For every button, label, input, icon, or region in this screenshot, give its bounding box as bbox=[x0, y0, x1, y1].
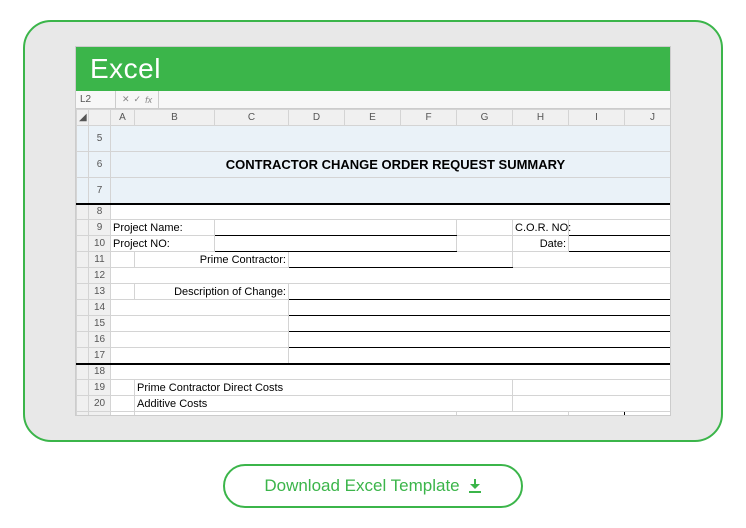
row-20[interactable]: 20 Additive Costs bbox=[77, 396, 672, 412]
formula-bar: L2 ✕ ✓ fx bbox=[76, 91, 670, 109]
col-head[interactable]: E bbox=[345, 110, 401, 126]
input-desc-5[interactable] bbox=[289, 348, 672, 364]
amount-labor[interactable] bbox=[569, 412, 625, 417]
label-additive: Additive Costs bbox=[135, 396, 513, 412]
row-head[interactable]: 18 bbox=[89, 364, 111, 380]
row-10[interactable]: 10 Project NO: Date: bbox=[77, 236, 672, 252]
row-7[interactable]: 7 bbox=[77, 178, 672, 204]
col-head[interactable]: B bbox=[135, 110, 215, 126]
row-head[interactable]: 6 bbox=[89, 152, 111, 178]
label-labor: Labor bbox=[135, 412, 457, 417]
row-9[interactable]: 9 Project Name: C.O.R. NO: bbox=[77, 220, 672, 236]
fx-label[interactable]: fx bbox=[145, 95, 152, 105]
input-desc-1[interactable] bbox=[289, 284, 672, 300]
row-18[interactable]: 18 bbox=[77, 364, 672, 380]
col-head[interactable]: G bbox=[457, 110, 513, 126]
name-box[interactable]: L2 bbox=[76, 91, 116, 108]
row-head[interactable]: 16 bbox=[89, 332, 111, 348]
grid[interactable]: ◢ A B C D E F G H I J 5 bbox=[76, 109, 671, 416]
cancel-icon[interactable]: ✕ bbox=[122, 94, 130, 105]
row-head[interactable]: 10 bbox=[89, 236, 111, 252]
screen: Excel L2 ✕ ✓ fx ◢ A B C D bbox=[75, 46, 671, 416]
row-head[interactable]: 21 bbox=[89, 412, 111, 417]
input-desc-4[interactable] bbox=[289, 332, 672, 348]
input-cor-no[interactable] bbox=[569, 220, 672, 236]
row-14[interactable]: 14 bbox=[77, 300, 672, 316]
confirm-icon[interactable]: ✓ bbox=[134, 94, 142, 105]
sheet-title: CONTRACTOR CHANGE ORDER REQUEST SUMMARY bbox=[111, 152, 672, 178]
download-button[interactable]: Download Excel Template bbox=[223, 464, 523, 508]
row-head[interactable]: 11 bbox=[89, 252, 111, 268]
row-head[interactable]: 8 bbox=[89, 204, 111, 220]
download-label: Download Excel Template bbox=[264, 476, 459, 496]
col-head[interactable]: C bbox=[215, 110, 289, 126]
row-head[interactable]: 20 bbox=[89, 396, 111, 412]
row-16[interactable]: 16 bbox=[77, 332, 672, 348]
label-prime-direct: Prime Contractor Direct Costs bbox=[135, 380, 513, 396]
row-head[interactable]: 12 bbox=[89, 268, 111, 284]
input-desc-2[interactable] bbox=[289, 300, 672, 316]
input-project-name[interactable] bbox=[215, 220, 457, 236]
row-21[interactable]: 21 A Labor bbox=[77, 412, 672, 417]
input-desc-3[interactable] bbox=[289, 316, 672, 332]
col-head[interactable]: A bbox=[111, 110, 135, 126]
label-date: Date: bbox=[513, 236, 569, 252]
input-project-no[interactable] bbox=[215, 236, 457, 252]
corner-cell[interactable]: ◢ bbox=[77, 110, 89, 126]
row-head[interactable]: 5 bbox=[89, 126, 111, 152]
row-15[interactable]: 15 bbox=[77, 316, 672, 332]
row-17[interactable]: 17 bbox=[77, 348, 672, 364]
row-head[interactable]: 7 bbox=[89, 178, 111, 204]
label-desc-change: Description of Change: bbox=[135, 284, 289, 300]
row-12[interactable]: 12 bbox=[77, 268, 672, 284]
row-head[interactable]: 17 bbox=[89, 348, 111, 364]
download-icon bbox=[468, 479, 482, 493]
row-head[interactable]: 13 bbox=[89, 284, 111, 300]
row-19[interactable]: 19 Prime Contractor Direct Costs bbox=[77, 380, 672, 396]
label-prime-contractor: Prime Contractor: bbox=[135, 252, 289, 268]
brand-bar: Excel bbox=[76, 47, 670, 91]
code-a: A bbox=[111, 412, 135, 417]
col-head[interactable]: D bbox=[289, 110, 345, 126]
tablet-frame: Excel L2 ✕ ✓ fx ◢ A B C D bbox=[23, 20, 723, 442]
row-head[interactable]: 9 bbox=[89, 220, 111, 236]
row-8[interactable]: 8 bbox=[77, 204, 672, 220]
spreadsheet[interactable]: ◢ A B C D E F G H I J 5 bbox=[76, 109, 670, 416]
col-header-row[interactable]: ◢ A B C D E F G H I J bbox=[77, 110, 672, 126]
label-project-no: Project NO: bbox=[111, 236, 215, 252]
input-prime-contractor[interactable] bbox=[289, 252, 513, 268]
row-head[interactable]: 14 bbox=[89, 300, 111, 316]
row-6[interactable]: 6 CONTRACTOR CHANGE ORDER REQUEST SUMMAR… bbox=[77, 152, 672, 178]
row-5[interactable]: 5 bbox=[77, 126, 672, 152]
input-date[interactable] bbox=[569, 236, 672, 252]
fx-controls[interactable]: ✕ ✓ fx bbox=[116, 91, 159, 108]
col-head[interactable]: I bbox=[569, 110, 625, 126]
row-head[interactable]: 15 bbox=[89, 316, 111, 332]
row-13[interactable]: 13 Description of Change: bbox=[77, 284, 672, 300]
row-head[interactable]: 19 bbox=[89, 380, 111, 396]
col-head[interactable]: F bbox=[401, 110, 457, 126]
row-11[interactable]: 11 Prime Contractor: bbox=[77, 252, 672, 268]
label-cor-no: C.O.R. NO: bbox=[513, 220, 569, 236]
label-project-name: Project Name: bbox=[111, 220, 215, 236]
col-head[interactable]: J bbox=[625, 110, 672, 126]
col-head[interactable]: H bbox=[513, 110, 569, 126]
